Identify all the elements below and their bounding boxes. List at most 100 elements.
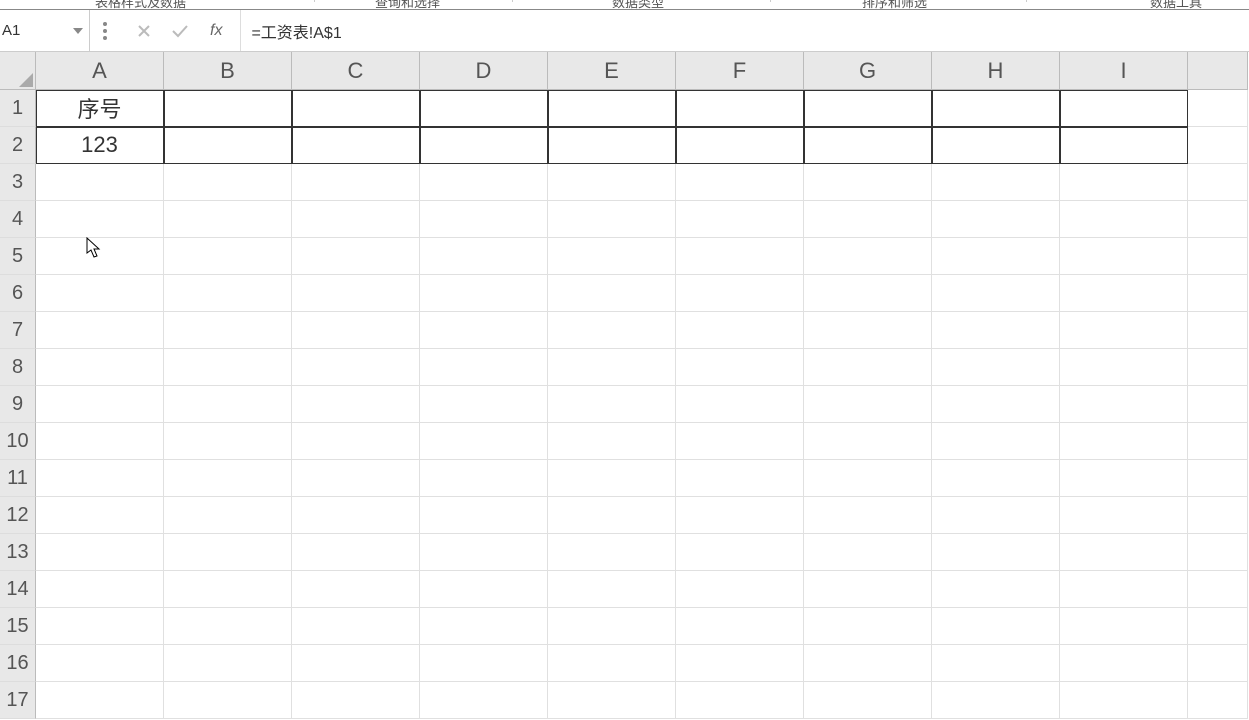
row-header-13[interactable]: 13 [0, 534, 36, 571]
cell-A4[interactable] [36, 201, 164, 238]
cell-extra[interactable] [1188, 423, 1248, 460]
cell-D7[interactable] [420, 312, 548, 349]
cell-D1[interactable] [420, 90, 548, 127]
row-header-12[interactable]: 12 [0, 497, 36, 534]
cell-D2[interactable] [420, 127, 548, 164]
cell-D10[interactable] [420, 423, 548, 460]
cell-extra[interactable] [1188, 275, 1248, 312]
row-header-9[interactable]: 9 [0, 386, 36, 423]
row-header-17[interactable]: 17 [0, 682, 36, 719]
cell-G1[interactable] [804, 90, 932, 127]
cell-H17[interactable] [932, 682, 1060, 719]
cell-extra[interactable] [1188, 571, 1248, 608]
cell-extra[interactable] [1188, 312, 1248, 349]
cell-D14[interactable] [420, 571, 548, 608]
cell-E10[interactable] [548, 423, 676, 460]
cell-D12[interactable] [420, 497, 548, 534]
cell-I13[interactable] [1060, 534, 1188, 571]
row-header-14[interactable]: 14 [0, 571, 36, 608]
name-box[interactable]: A1 [0, 10, 90, 51]
row-header-8[interactable]: 8 [0, 349, 36, 386]
cell-E5[interactable] [548, 238, 676, 275]
row-header-11[interactable]: 11 [0, 460, 36, 497]
cell-H1[interactable] [932, 90, 1060, 127]
cell-D11[interactable] [420, 460, 548, 497]
cell-D15[interactable] [420, 608, 548, 645]
cell-F5[interactable] [676, 238, 804, 275]
cell-E6[interactable] [548, 275, 676, 312]
accept-formula-button[interactable] [166, 17, 194, 45]
fx-icon[interactable]: fx [202, 22, 230, 40]
col-header-I[interactable]: I [1060, 52, 1188, 90]
cell-A9[interactable] [36, 386, 164, 423]
cell-G9[interactable] [804, 386, 932, 423]
cell-G5[interactable] [804, 238, 932, 275]
cell-A14[interactable] [36, 571, 164, 608]
cell-D17[interactable] [420, 682, 548, 719]
cell-C10[interactable] [292, 423, 420, 460]
cell-A12[interactable] [36, 497, 164, 534]
cell-extra[interactable] [1188, 90, 1248, 127]
cell-C6[interactable] [292, 275, 420, 312]
cell-E4[interactable] [548, 201, 676, 238]
col-header-D[interactable]: D [420, 52, 548, 90]
cell-A8[interactable] [36, 349, 164, 386]
cell-F11[interactable] [676, 460, 804, 497]
cell-G14[interactable] [804, 571, 932, 608]
cell-C3[interactable] [292, 164, 420, 201]
ribbon-tab-1[interactable]: 查询和选择 [375, 0, 440, 11]
cell-I5[interactable] [1060, 238, 1188, 275]
row-header-3[interactable]: 3 [0, 164, 36, 201]
cell-H6[interactable] [932, 275, 1060, 312]
cell-extra[interactable] [1188, 164, 1248, 201]
cell-E3[interactable] [548, 164, 676, 201]
cell-E16[interactable] [548, 645, 676, 682]
col-header-G[interactable]: G [804, 52, 932, 90]
cell-I14[interactable] [1060, 571, 1188, 608]
cell-F9[interactable] [676, 386, 804, 423]
cell-C9[interactable] [292, 386, 420, 423]
cell-A16[interactable] [36, 645, 164, 682]
row-header-1[interactable]: 1 [0, 90, 36, 127]
cell-H3[interactable] [932, 164, 1060, 201]
cell-H16[interactable] [932, 645, 1060, 682]
cell-G17[interactable] [804, 682, 932, 719]
cell-I7[interactable] [1060, 312, 1188, 349]
cell-I11[interactable] [1060, 460, 1188, 497]
cell-B15[interactable] [164, 608, 292, 645]
cell-B11[interactable] [164, 460, 292, 497]
cell-C11[interactable] [292, 460, 420, 497]
cell-E13[interactable] [548, 534, 676, 571]
cell-E2[interactable] [548, 127, 676, 164]
cell-B6[interactable] [164, 275, 292, 312]
cell-D4[interactable] [420, 201, 548, 238]
cell-I2[interactable] [1060, 127, 1188, 164]
cell-G12[interactable] [804, 497, 932, 534]
cell-I17[interactable] [1060, 682, 1188, 719]
cell-F6[interactable] [676, 275, 804, 312]
cell-G6[interactable] [804, 275, 932, 312]
cell-I4[interactable] [1060, 201, 1188, 238]
ribbon-tab-3[interactable]: 排序和筛选 [862, 0, 927, 11]
cell-F4[interactable] [676, 201, 804, 238]
row-header-7[interactable]: 7 [0, 312, 36, 349]
cell-extra[interactable] [1188, 127, 1248, 164]
cell-F3[interactable] [676, 164, 804, 201]
cell-E12[interactable] [548, 497, 676, 534]
cell-G8[interactable] [804, 349, 932, 386]
cell-G7[interactable] [804, 312, 932, 349]
cell-C4[interactable] [292, 201, 420, 238]
cell-H8[interactable] [932, 349, 1060, 386]
cell-extra[interactable] [1188, 497, 1248, 534]
cell-A2[interactable]: 123 [36, 127, 164, 164]
cell-A15[interactable] [36, 608, 164, 645]
cell-C17[interactable] [292, 682, 420, 719]
row-header-16[interactable]: 16 [0, 645, 36, 682]
cell-C13[interactable] [292, 534, 420, 571]
cell-B14[interactable] [164, 571, 292, 608]
cell-F1[interactable] [676, 90, 804, 127]
cell-E15[interactable] [548, 608, 676, 645]
col-header-F[interactable]: F [676, 52, 804, 90]
row-header-15[interactable]: 15 [0, 608, 36, 645]
cell-extra[interactable] [1188, 460, 1248, 497]
